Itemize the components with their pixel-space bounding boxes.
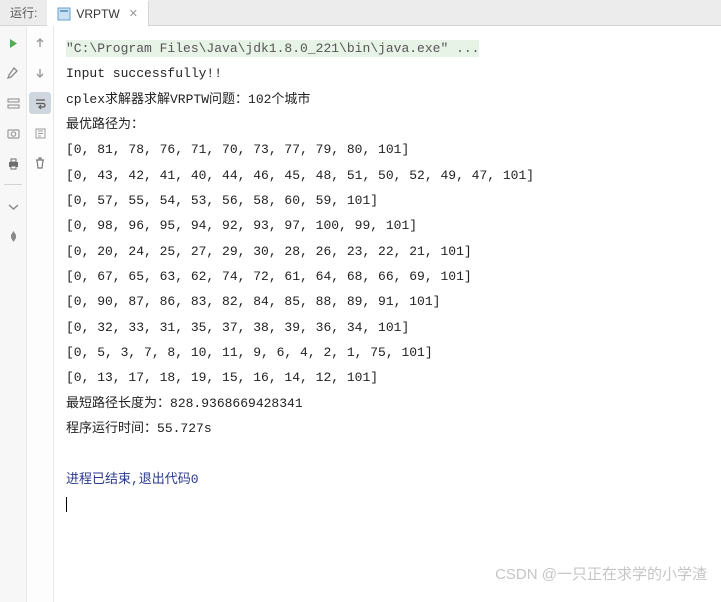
toolbar-divider bbox=[4, 184, 22, 185]
route-line: [0, 5, 3, 7, 8, 10, 11, 9, 6, 4, 2, 1, 7… bbox=[66, 345, 433, 360]
exit-line: 进程已结束,退出代码0 bbox=[66, 472, 199, 487]
print-button[interactable] bbox=[2, 152, 24, 174]
route-line: [0, 67, 65, 63, 62, 74, 72, 61, 64, 68, … bbox=[66, 269, 472, 284]
soft-wrap-button[interactable] bbox=[29, 92, 51, 114]
route-line: [0, 90, 87, 86, 83, 82, 84, 85, 88, 89, … bbox=[66, 294, 440, 309]
console-output[interactable]: "C:\Program Files\Java\jdk1.8.0_221\bin\… bbox=[54, 26, 721, 602]
close-icon[interactable]: ✕ bbox=[125, 7, 138, 20]
expand-button[interactable] bbox=[2, 195, 24, 217]
route-line: [0, 43, 42, 41, 40, 44, 46, 45, 48, 51, … bbox=[66, 168, 534, 183]
scroll-up-button[interactable] bbox=[29, 32, 51, 54]
toolbar-secondary bbox=[27, 26, 54, 602]
toolbar-left bbox=[0, 26, 27, 602]
route-line: [0, 98, 96, 95, 94, 92, 93, 97, 100, 99,… bbox=[66, 218, 417, 233]
runtime-line: 程序运行时间：55.727s bbox=[66, 421, 212, 436]
best-path-label: 最优路径为： bbox=[66, 117, 144, 132]
route-line: [0, 57, 55, 54, 53, 56, 58, 60, 59, 101] bbox=[66, 193, 378, 208]
solver-line: cplex求解器求解VRPTW问题：102个城市 bbox=[66, 92, 310, 107]
settings-button[interactable] bbox=[2, 62, 24, 84]
rerun-button[interactable] bbox=[2, 32, 24, 54]
shortest-path-line: 最短路径长度为：828.9368669428341 bbox=[66, 396, 303, 411]
tab-title: VRPTW bbox=[76, 7, 119, 21]
pin-button[interactable] bbox=[2, 225, 24, 247]
run-label: 运行: bbox=[0, 4, 47, 21]
input-success-line: Input successfully!! bbox=[66, 66, 222, 81]
camera-button[interactable] bbox=[2, 122, 24, 144]
main-area: "C:\Program Files\Java\jdk1.8.0_221\bin\… bbox=[0, 26, 721, 602]
app-icon bbox=[57, 7, 71, 21]
route-line: [0, 13, 17, 18, 19, 15, 16, 14, 12, 101] bbox=[66, 370, 378, 385]
route-line: [0, 20, 24, 25, 27, 29, 30, 28, 26, 23, … bbox=[66, 244, 472, 259]
layout-button[interactable] bbox=[2, 92, 24, 114]
scroll-down-button[interactable] bbox=[29, 62, 51, 84]
text-cursor bbox=[66, 497, 67, 512]
scroll-to-end-button[interactable] bbox=[29, 122, 51, 144]
tab-vrptw[interactable]: VRPTW ✕ bbox=[47, 0, 149, 26]
route-line: [0, 81, 78, 76, 71, 70, 73, 77, 79, 80, … bbox=[66, 142, 409, 157]
route-line: [0, 32, 33, 31, 35, 37, 38, 39, 36, 34, … bbox=[66, 320, 409, 335]
tab-bar: 运行: VRPTW ✕ bbox=[0, 0, 721, 26]
clear-button[interactable] bbox=[29, 152, 51, 174]
command-line: "C:\Program Files\Java\jdk1.8.0_221\bin\… bbox=[66, 40, 479, 57]
